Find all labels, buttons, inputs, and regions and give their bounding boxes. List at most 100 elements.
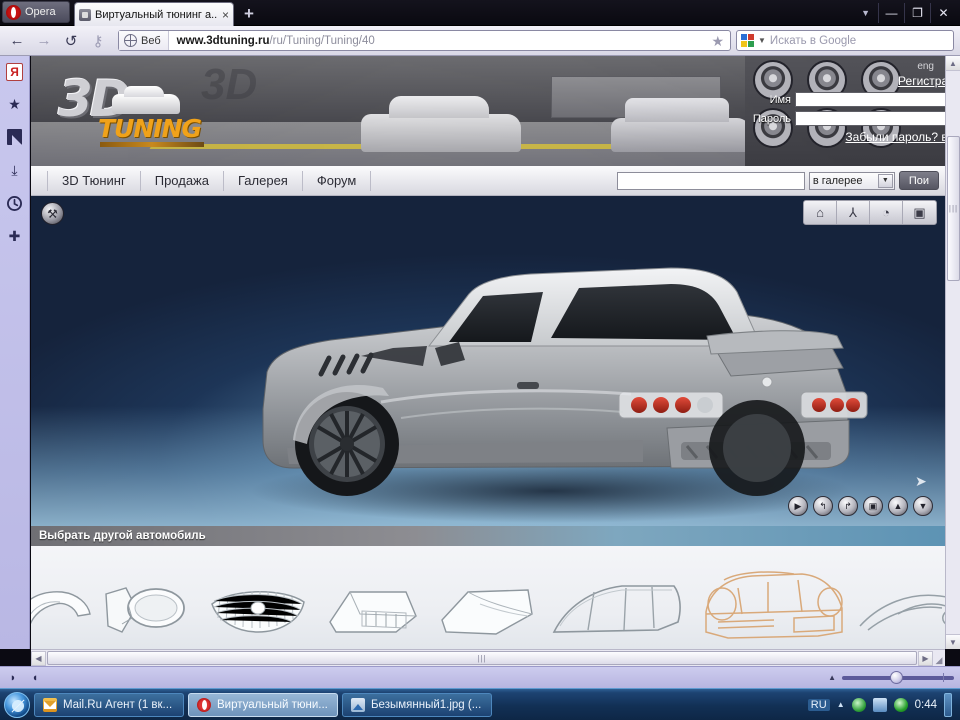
- tab-title: Виртуальный тюнинг а...: [95, 9, 218, 21]
- add-panel-icon[interactable]: ✚: [5, 226, 25, 246]
- bookmark-star-icon[interactable]: ★: [711, 33, 724, 50]
- page-horizontal-scrollbar[interactable]: ◀ ||| ▶ ◢: [31, 649, 945, 666]
- downloads-icon[interactable]: ⤓: [5, 160, 25, 180]
- site-search: в галерее ▼ Пои: [617, 171, 939, 190]
- show-desktop-button[interactable]: [944, 693, 952, 717]
- antivirus-tray-icon[interactable]: [894, 698, 908, 712]
- nav-item-forum[interactable]: Форум: [303, 171, 372, 191]
- graffiti-decor: 3D: [201, 60, 401, 118]
- car-3d-viewer[interactable]: ⚒ ⌂ ⅄ ◔ ▣: [31, 196, 945, 526]
- resize-grip-icon[interactable]: ◢: [933, 651, 945, 666]
- yandex-icon[interactable]: Я: [6, 63, 23, 81]
- browser-tab-bar: Opera Виртуальный тюнинг а... × + ▼ — ❐ …: [0, 0, 960, 26]
- down-button[interactable]: ▼: [913, 496, 933, 516]
- browser-navigation-bar: ← → ↺ ⚷ Веб www.3dtuning.ru/ru/Tuning/Tu…: [0, 26, 960, 56]
- close-window-button[interactable]: ✕: [930, 3, 956, 23]
- up-button[interactable]: ▲: [888, 496, 908, 516]
- utorrent-tray-icon[interactable]: [852, 698, 866, 712]
- history-clock-icon[interactable]: [5, 193, 25, 213]
- login-name-input[interactable]: [795, 92, 945, 107]
- part-item-fenders[interactable]: ылья: [31, 550, 87, 649]
- zoom-slider[interactable]: [842, 676, 954, 680]
- nav-item-sales[interactable]: Продажа: [141, 171, 224, 191]
- search-input-placeholder[interactable]: Искать в Google: [770, 35, 856, 47]
- zoom-slider-knob[interactable]: [890, 671, 903, 684]
- viewer-controls: ▶ ↰ ↱ ▣ ▲ ▼: [788, 496, 933, 516]
- notes-icon[interactable]: [5, 127, 25, 147]
- chevron-down-icon[interactable]: ▼: [758, 36, 766, 45]
- mail-agent-icon: [43, 698, 57, 712]
- bookmarks-star-icon[interactable]: ★: [5, 94, 25, 114]
- chevron-up-icon[interactable]: ▲: [837, 700, 845, 709]
- web-badge-label: Веб: [141, 35, 161, 47]
- search-box[interactable]: ▼ Искать в Google: [736, 30, 954, 51]
- nav-item-tuning[interactable]: 3D Тюнинг: [47, 171, 141, 191]
- opera-status-bar: ◗ ◖ ▲: [0, 666, 960, 688]
- logo-underline: [100, 142, 204, 147]
- chevron-down-icon[interactable]: ▼: [853, 8, 878, 18]
- car-render[interactable]: [31, 196, 945, 526]
- site-search-scope-select[interactable]: в галерее ▼: [809, 172, 895, 190]
- site-logo[interactable]: 3D TUNING: [58, 74, 208, 146]
- play-button[interactable]: ▶: [788, 496, 808, 516]
- chevron-up-icon[interactable]: ▲: [828, 673, 836, 682]
- network-tray-icon[interactable]: [873, 698, 887, 712]
- language-indicator[interactable]: RU: [808, 699, 830, 711]
- new-tab-button[interactable]: +: [240, 5, 258, 23]
- scroll-right-icon[interactable]: ▶: [918, 651, 933, 666]
- login-name-label: Имя: [770, 94, 791, 106]
- browser-tab[interactable]: Виртуальный тюнинг а... ×: [74, 2, 234, 26]
- radiator-grille-icon: [206, 574, 310, 648]
- taskbar-item-image-viewer[interactable]: Безымянный1.jpg (...: [342, 693, 492, 717]
- content-block-icon[interactable]: ◖: [28, 671, 42, 685]
- taskbar-item-opera[interactable]: Виртуальный тюни...: [188, 693, 338, 717]
- taskbar-item-mail-agent[interactable]: Mail.Ru Агент (1 вк...: [34, 693, 184, 717]
- rotate-right-button[interactable]: ↱: [838, 496, 858, 516]
- wand-key-icon[interactable]: ⚷: [87, 30, 109, 52]
- start-button[interactable]: [4, 692, 30, 718]
- back-icon[interactable]: ←: [6, 30, 28, 52]
- images-icon[interactable]: ◗: [6, 671, 20, 685]
- taskbar-clock[interactable]: 0:44: [915, 699, 937, 711]
- minimize-button[interactable]: —: [878, 3, 904, 23]
- horizontal-scroll-thumb[interactable]: |||: [47, 651, 917, 665]
- site-search-input[interactable]: [617, 172, 805, 190]
- reload-icon[interactable]: ↺: [60, 30, 82, 52]
- page-vertical-scrollbar[interactable]: ▲ ||| ▼: [945, 56, 960, 649]
- rotate-left-button[interactable]: ↰: [813, 496, 833, 516]
- select-other-car-bar[interactable]: Выбрать другой автомобиль: [31, 526, 945, 546]
- save-button[interactable]: ▣: [863, 496, 883, 516]
- zoom-slider-tick: [943, 673, 944, 682]
- opera-side-panel: Я ★ ⤓ ✚: [0, 56, 30, 649]
- address-bar[interactable]: Веб www.3dtuning.ru/ru/Tuning/Tuning/40 …: [118, 30, 731, 51]
- part-item-body-kits[interactable]: Пакеты: [693, 550, 853, 649]
- maximize-button[interactable]: ❐: [904, 3, 930, 23]
- site-header: 3D 3D: [31, 56, 945, 166]
- opera-icon: [197, 698, 211, 712]
- part-item-mirrors[interactable]: Зеркала: [87, 550, 201, 649]
- scroll-left-icon[interactable]: ◀: [31, 651, 46, 666]
- part-item-airbrush[interactable]: Аэрография: [853, 550, 945, 649]
- part-item-air-intake-top[interactable]: Воздух. верхний: [315, 550, 429, 649]
- register-link[interactable]: Регистрац: [898, 74, 945, 88]
- forgot-password-link[interactable]: Забыли пароль? вой: [845, 130, 945, 144]
- part-item-air-intake-hood[interactable]: Воздух. капота: [429, 550, 543, 649]
- part-item-window-tint[interactable]: Тонировка стекол: [543, 550, 693, 649]
- body-kit-icon: [698, 568, 848, 648]
- site-search-button[interactable]: Пои: [899, 171, 939, 190]
- language-switch-link[interactable]: eng: [917, 61, 934, 72]
- close-icon[interactable]: ×: [222, 9, 229, 21]
- nav-item-gallery[interactable]: Галерея: [224, 171, 303, 191]
- scroll-down-icon[interactable]: ▼: [946, 634, 960, 649]
- zoom-control[interactable]: ▲: [828, 673, 954, 682]
- logo-tuning-text: TUNING: [98, 114, 201, 143]
- part-item-radiator[interactable]: Радиатор: [201, 550, 315, 649]
- scroll-up-icon[interactable]: ▲: [946, 56, 960, 71]
- forward-icon[interactable]: →: [33, 30, 55, 52]
- address-bar-text: www.3dtuning.ru/ru/Tuning/Tuning/40: [169, 35, 375, 47]
- vertical-scroll-thumb[interactable]: |||: [947, 136, 960, 281]
- login-password-input[interactable]: [795, 111, 945, 126]
- globe-icon: [124, 34, 137, 47]
- chevron-down-icon[interactable]: ▼: [878, 174, 893, 188]
- opera-menu-button[interactable]: Opera: [2, 1, 70, 23]
